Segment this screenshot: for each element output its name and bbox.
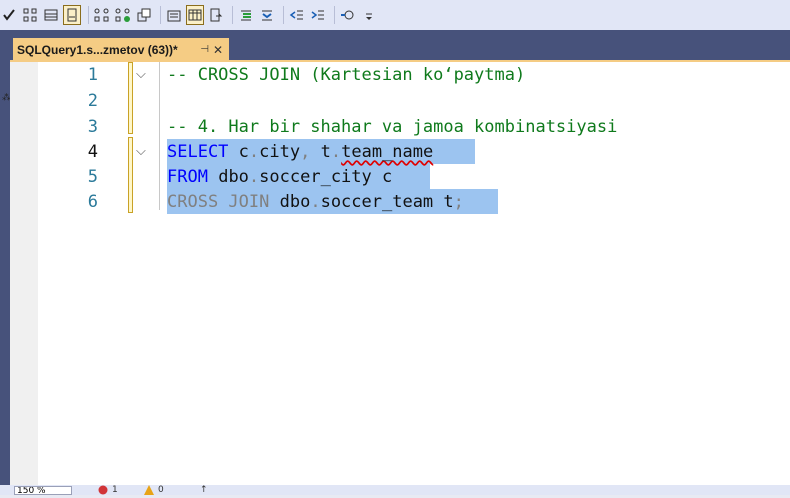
indicator-margin: [10, 62, 38, 485]
line-number: 1: [87, 65, 98, 85]
tab-title: SQLQuery1.s...zmetov (63))*: [17, 42, 178, 57]
table-soccer-team: soccer_team: [320, 192, 434, 212]
schema-dbo: dbo: [218, 167, 249, 187]
code-line-select: SELECT c.city, t.team_name: [167, 142, 434, 162]
keyword-select: SELECT: [167, 142, 229, 162]
collapse-chevron-icon[interactable]: ⌵: [136, 139, 146, 165]
zoom-value: 150 %: [17, 486, 46, 495]
toolbar-separator: [334, 6, 335, 24]
alias-t: t: [443, 192, 454, 212]
pin-icon[interactable]: ⊣: [200, 44, 209, 55]
error-icon[interactable]: [98, 485, 108, 498]
warning-icon[interactable]: [144, 485, 154, 498]
toolbar-separator: [160, 6, 161, 24]
left-tool-strip: ⁂: [0, 30, 11, 495]
zoom-dropdown[interactable]: 150 %: [14, 486, 72, 495]
specify-values-icon[interactable]: [339, 5, 357, 25]
line-number: 4: [87, 142, 98, 162]
client-stats-icon[interactable]: [135, 5, 153, 25]
table-soccer-city: soccer_city: [259, 167, 372, 187]
column-team-name: team_name: [341, 142, 434, 162]
column-city: city: [259, 142, 301, 162]
editor-status-bar: 150 % 1 0 ↑: [0, 485, 790, 495]
results-file-icon[interactable]: [63, 5, 81, 25]
comment-icon[interactable]: [237, 5, 255, 25]
alias-c: c: [238, 142, 249, 162]
outline-guide: [159, 62, 160, 210]
line-number: 5: [87, 167, 98, 187]
code-line-cross-join: CROSS JOIN dbo.soccer_team t;: [167, 192, 464, 212]
results-to-file-icon[interactable]: [207, 5, 225, 25]
uncomment-icon[interactable]: [258, 5, 276, 25]
keyword-cross-join: CROSS JOIN: [167, 192, 270, 212]
decrease-indent-icon[interactable]: [288, 5, 306, 25]
keyword-from: FROM: [167, 167, 208, 187]
include-plan-icon[interactable]: [93, 5, 111, 25]
close-icon[interactable]: ✕: [213, 43, 223, 57]
alias-c: c: [382, 167, 393, 187]
tab-sqlquery1[interactable]: SQLQuery1.s...zmetov (63))* ⊣ ✕: [13, 38, 229, 61]
toolbar-separator: [88, 6, 89, 24]
navigate-up-icon[interactable]: ↑: [200, 485, 208, 495]
change-marker: [128, 137, 133, 213]
toolbar-separator: [232, 6, 233, 24]
toolbar: [0, 0, 790, 30]
schema-dbo: dbo: [279, 192, 311, 212]
document-tab-strip: SQLQuery1.s...zmetov (63))* ⊣ ✕: [10, 30, 790, 61]
code-line-comment: -- 4. Har bir shahar va jamoa kombinatsi…: [167, 117, 618, 137]
toolbar-separator: [283, 6, 284, 24]
more-icon[interactable]: [360, 5, 378, 25]
collapse-chevron-icon[interactable]: ⌵: [136, 62, 146, 88]
results-grid2-icon[interactable]: [186, 5, 204, 25]
increase-indent-icon[interactable]: [309, 5, 327, 25]
results-text-icon[interactable]: [165, 5, 183, 25]
code-line-from: FROM dbo.soccer_city c: [167, 167, 393, 187]
query-editor[interactable]: 1 2 3 4 5 6 ⌵ ⌵ -- CROSS JOIN (Kartesian…: [10, 62, 790, 485]
check-icon[interactable]: [0, 5, 18, 25]
parse-icon[interactable]: [21, 5, 39, 25]
results-grid-icon[interactable]: [42, 5, 60, 25]
error-count: 1: [112, 485, 118, 495]
line-number: 3: [87, 117, 98, 137]
change-marker: [128, 62, 133, 134]
line-number: 2: [87, 91, 98, 111]
alias-t: t: [320, 142, 331, 162]
line-number: 6: [87, 192, 98, 212]
live-stats-icon[interactable]: [114, 5, 132, 25]
warning-count: 0: [158, 485, 164, 495]
code-line-comment: -- CROSS JOIN (Kartesian ko‘paytma): [167, 65, 526, 85]
